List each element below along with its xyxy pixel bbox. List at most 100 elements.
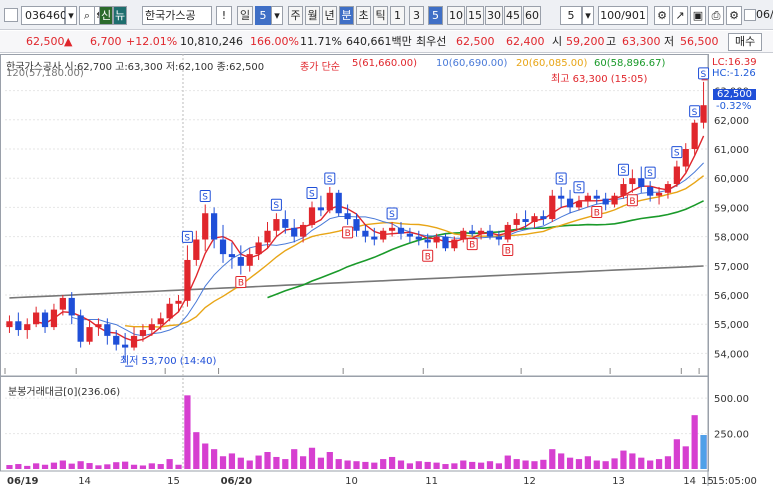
signal-marker-label: S: [701, 70, 707, 80]
period-tab-틱[interactable]: 틱: [373, 6, 388, 25]
print-icon[interactable]: ⎙: [708, 6, 724, 25]
draw-icon[interactable]: ↗: [672, 6, 688, 25]
period-tab-30[interactable]: 30: [485, 6, 503, 25]
candle-body: [611, 195, 618, 205]
ma-type-label: 종가 단순: [300, 62, 340, 73]
volume-bar: [469, 461, 476, 469]
candle-body: [353, 219, 360, 231]
volume-bar: [575, 459, 583, 469]
volume-bar: [175, 464, 182, 469]
volume-bar: [41, 464, 49, 469]
interval-dropdown-icon[interactable]: ▾: [582, 6, 594, 25]
ma5-legend: 5(61,660.00): [352, 58, 418, 69]
period-tab-10[interactable]: 10: [447, 6, 465, 25]
settings-icon[interactable]: ⚙: [726, 6, 742, 25]
candle-body: [549, 195, 556, 220]
favorite-icon[interactable]: 신: [99, 6, 113, 25]
candle-body: [193, 239, 200, 260]
candle-body: [433, 236, 440, 243]
period-tab-주[interactable]: 주: [288, 6, 303, 25]
volume-bar: [246, 460, 253, 469]
signal-marker-label: B: [505, 246, 511, 256]
candle-body: [24, 324, 31, 331]
price-chart[interactable]: 63,00062,00061,00060,00059,00058,00057,0…: [0, 54, 773, 487]
signal-marker-label: S: [309, 190, 315, 200]
period-tab-3[interactable]: 3: [409, 6, 424, 25]
volume-bar: [682, 446, 689, 469]
volume-bar: [6, 465, 13, 469]
alert-button[interactable]: !: [216, 6, 232, 25]
chart-area: 63,00062,00061,00060,00059,00058,00057,0…: [0, 54, 773, 487]
candle-body: [77, 315, 84, 342]
day-button[interactable]: 일: [237, 6, 253, 25]
stock-code-input[interactable]: 036460: [21, 6, 67, 25]
volume-bar: [86, 463, 93, 469]
candle-body: [593, 195, 600, 199]
volume-bar: [620, 450, 627, 469]
period-tab-년[interactable]: 년: [322, 6, 337, 25]
candle-body: [620, 184, 627, 196]
volume-bar: [664, 456, 672, 469]
buy-button[interactable]: 매수: [728, 33, 763, 51]
stock-name-field[interactable]: 한국가스공: [142, 6, 212, 25]
candle-body: [122, 344, 129, 348]
ma5-line: [35, 135, 705, 342]
candle-body: [673, 166, 680, 185]
signal-marker-label: S: [273, 201, 279, 211]
signal-marker-label: B: [594, 208, 600, 218]
price-tick-label: 60,000: [714, 174, 749, 185]
candle-body: [504, 224, 511, 240]
candle-body: [148, 324, 155, 331]
volume-bar: [540, 459, 547, 469]
volume-ratio: 166.00%: [250, 35, 299, 48]
signal-marker-label: S: [558, 175, 564, 185]
interval-select[interactable]: 5: [560, 6, 582, 25]
code-dropdown-icon[interactable]: ▾: [65, 6, 77, 25]
period-tab-월[interactable]: 월: [305, 6, 320, 25]
volume-bar: [558, 453, 565, 469]
period-tab-45[interactable]: 45: [504, 6, 522, 25]
up-arrow-icon: ▲: [64, 35, 73, 48]
period-tab-분[interactable]: 분: [339, 6, 354, 25]
volume-bar: [264, 452, 271, 469]
window-icon[interactable]: [4, 8, 18, 22]
search-icon[interactable]: ⌕: [79, 6, 95, 25]
candle-body: [424, 239, 431, 243]
range-field[interactable]: 100/901: [598, 6, 648, 25]
volume-bar: [77, 461, 84, 469]
period-tab-1[interactable]: 1: [390, 6, 405, 25]
save-icon[interactable]: ▣: [690, 6, 706, 25]
date-field[interactable]: 06/: [756, 6, 773, 25]
time-tick-label: 10: [345, 476, 358, 486]
volume-bar: [691, 415, 698, 469]
volume-bar: [673, 439, 680, 469]
volume-tick-label: 250.00: [714, 430, 749, 441]
last-price-label: 62,500: [713, 89, 756, 100]
date-checkbox[interactable]: [744, 9, 756, 21]
indicator-icon[interactable]: ⚙: [654, 6, 670, 25]
price-tick-label: 55,000: [714, 320, 749, 331]
period-tab-15[interactable]: 15: [466, 6, 484, 25]
signal-marker-label: S: [647, 169, 653, 179]
ma120-line: [9, 265, 704, 299]
count-select[interactable]: 5: [255, 6, 271, 25]
volume-bar: [415, 461, 422, 469]
time-tick-label: 15: [167, 476, 180, 486]
candle-body: [104, 324, 111, 336]
price-tick-label: 62,000: [714, 116, 749, 127]
news-icon[interactable]: 뉴: [113, 6, 127, 25]
last-pct-label: -0.32%: [716, 101, 752, 112]
volume-bar: [24, 465, 31, 469]
count-dropdown-icon[interactable]: ▾: [271, 6, 283, 25]
candle-body: [531, 216, 538, 222]
volume-bar: [647, 460, 654, 469]
candle-body: [50, 309, 58, 328]
period-tab-초[interactable]: 초: [356, 6, 371, 25]
candle-body: [495, 236, 502, 240]
candle-body: [380, 230, 387, 240]
period-tab-60[interactable]: 60: [523, 6, 541, 25]
period-tab-5[interactable]: 5: [428, 6, 443, 25]
candle-body: [558, 195, 565, 199]
volume-bar: [15, 464, 22, 469]
turnover-rate: 11.71%: [300, 35, 342, 48]
